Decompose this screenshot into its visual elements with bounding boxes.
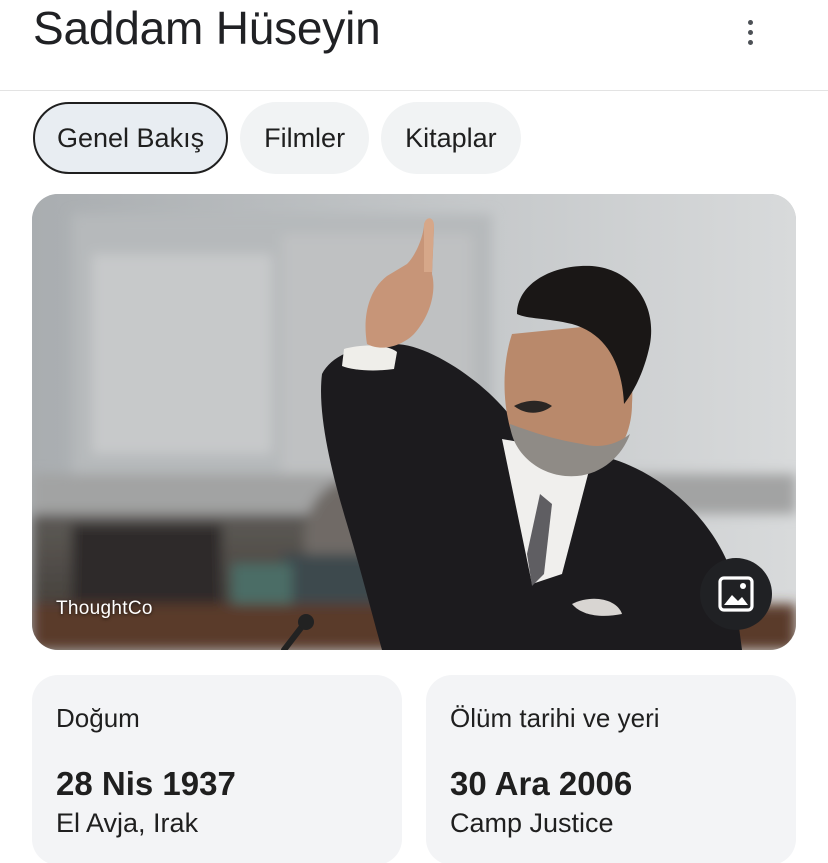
chip-movies[interactable]: Filmler: [240, 102, 370, 174]
image-icon: [718, 576, 754, 612]
panel-header: Saddam Hüseyin: [0, 0, 828, 91]
view-images-button[interactable]: [700, 558, 772, 630]
death-place: Camp Justice: [450, 808, 614, 838]
death-date: 30 Ara 2006: [450, 765, 633, 802]
hero-photo: [32, 194, 796, 650]
hero-image[interactable]: ThoughtCo: [32, 194, 796, 650]
birth-date: 28 Nis 1937: [56, 765, 236, 802]
image-source-label: ThoughtCo: [56, 598, 153, 619]
knowledge-panel: Saddam Hüseyin Genel Bakış Filmler Kitap…: [0, 0, 828, 863]
birth-label: Doğum: [56, 703, 140, 733]
chip-books[interactable]: Kitaplar: [381, 102, 521, 174]
more-vert-icon: [747, 19, 753, 25]
fact-cards: Doğum 28 Nis 1937 El Avja, Irak Ölüm tar…: [32, 675, 796, 863]
death-label: Ölüm tarihi ve yeri: [450, 703, 660, 733]
birth-place: El Avja, Irak: [56, 808, 199, 838]
entity-title: Saddam Hüseyin: [33, 2, 381, 54]
more-options-button[interactable]: [730, 12, 770, 52]
birth-card[interactable]: Doğum 28 Nis 1937 El Avja, Irak: [32, 675, 402, 863]
death-card[interactable]: Ölüm tarihi ve yeri 30 Ara 2006 Camp Jus…: [426, 675, 796, 863]
chip-overview[interactable]: Genel Bakış: [33, 102, 229, 174]
tab-chips: Genel Bakış Filmler Kitaplar: [33, 102, 521, 174]
